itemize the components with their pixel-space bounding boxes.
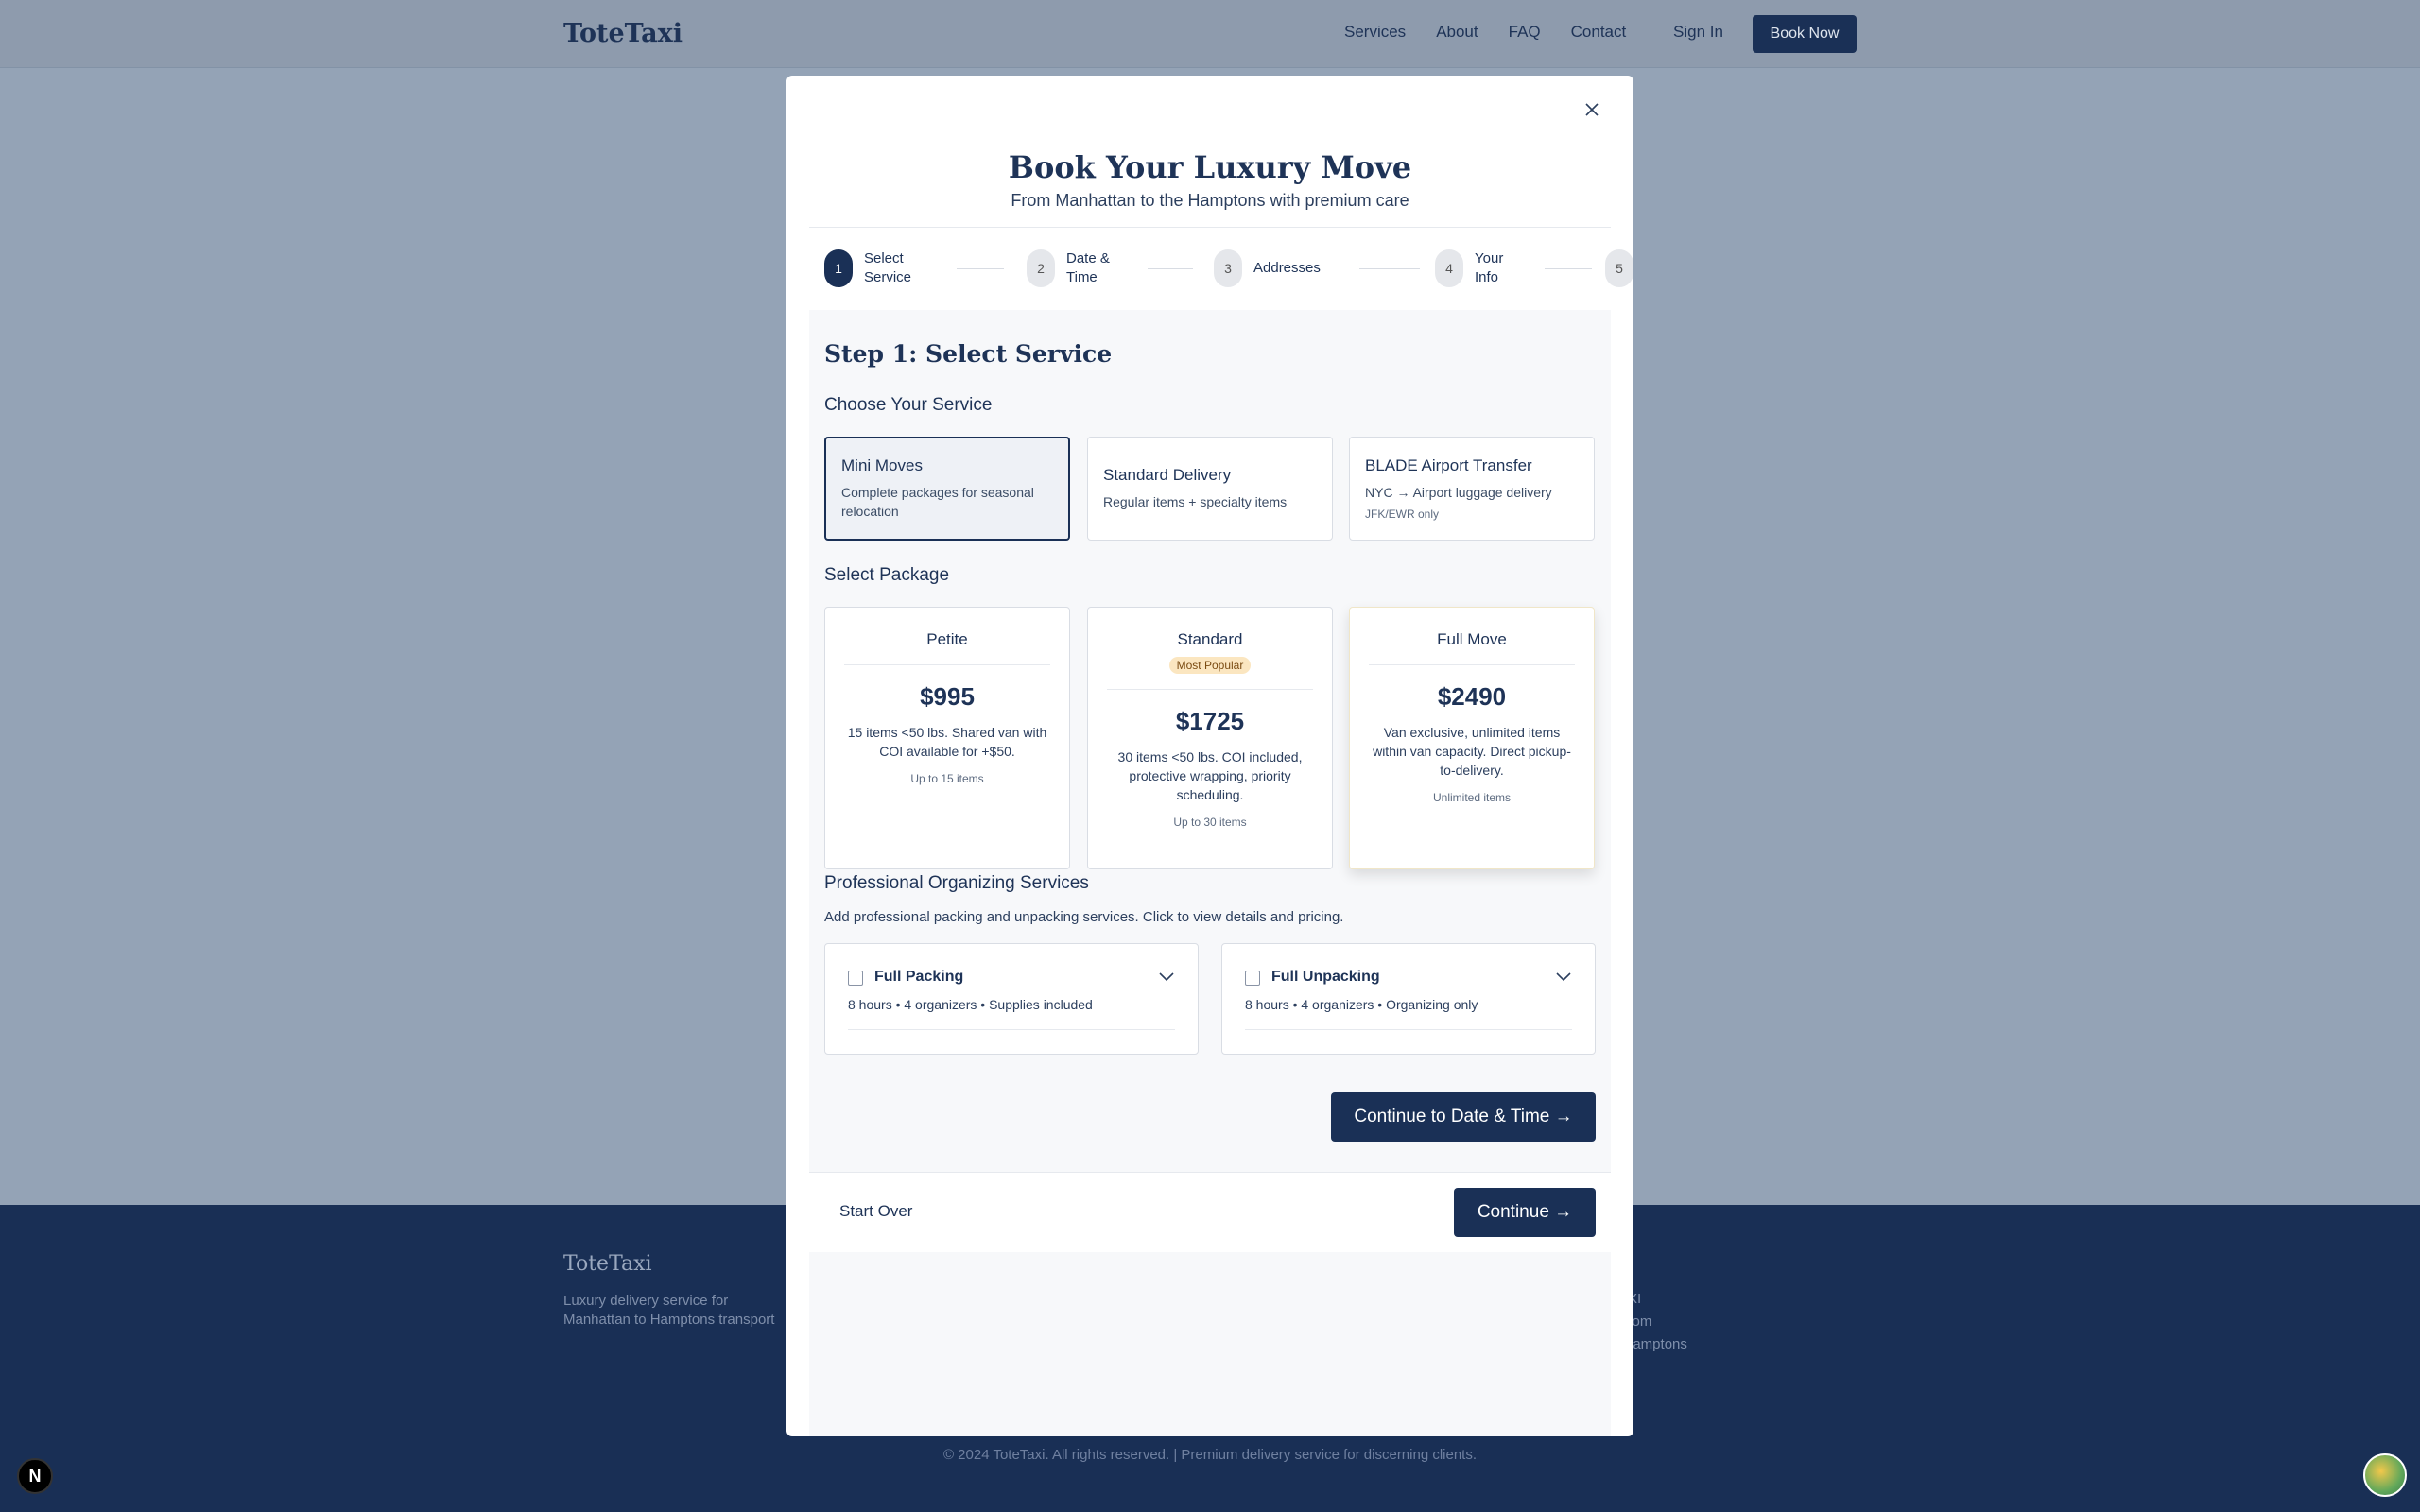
book-now-button[interactable]: Book Now	[1753, 15, 1857, 53]
step-5[interactable]: 5	[1605, 249, 1634, 287]
step-label: Your Info	[1475, 250, 1504, 285]
start-over-button[interactable]: Start Over	[839, 1202, 912, 1221]
package-card-standard[interactable]: Standard Most Popular $1725 30 items <50…	[1087, 607, 1333, 869]
chevron-down-icon[interactable]	[1555, 971, 1572, 982]
organizing-heading: Professional Organizing Services	[824, 873, 1089, 893]
divider	[848, 1029, 1175, 1030]
modal-title: Book Your Luxury Move	[1008, 149, 1412, 185]
service-heading: Choose Your Service	[824, 395, 993, 415]
step-2[interactable]: 2 Date & Time	[1027, 249, 1119, 287]
step-label: Select Service	[864, 250, 912, 285]
step-label: Addresses	[1253, 260, 1321, 276]
package-limit: Up to 15 items	[910, 772, 984, 785]
step-number: 1	[824, 249, 853, 287]
package-desc: 30 items <50 lbs. COI included, protecti…	[1117, 749, 1303, 802]
site-logo[interactable]: ToteTaxi	[563, 19, 683, 48]
step-connector	[1148, 268, 1193, 269]
organizing-card-full-packing[interactable]: Full Packing 8 hours • 4 organizers • Su…	[824, 943, 1199, 1055]
step-1[interactable]: 1 Select Service	[824, 249, 917, 287]
most-popular-badge: Most Popular	[1168, 657, 1252, 674]
package-name: Petite	[926, 630, 968, 648]
service-title: Mini Moves	[841, 456, 923, 474]
nav-contact[interactable]: Contact	[1571, 23, 1627, 42]
package-name: Full Move	[1437, 630, 1507, 648]
nav-faq[interactable]: FAQ	[1509, 23, 1541, 42]
package-price: $995	[920, 682, 975, 711]
divider	[1369, 664, 1575, 665]
continue-to-date-time-button[interactable]: Continue to Date & Time →	[1331, 1092, 1596, 1142]
step-number: 3	[1214, 249, 1242, 287]
package-name: Standard	[1177, 630, 1243, 648]
organizing-desc: 8 hours • 4 organizers • Organizing only	[1245, 997, 1478, 1012]
package-desc: Van exclusive, unlimited items within va…	[1373, 725, 1571, 778]
user-avatar[interactable]	[2363, 1453, 2407, 1497]
step-label: Date & Time	[1066, 250, 1110, 285]
step-number: 4	[1435, 249, 1463, 287]
full-packing-checkbox[interactable]	[848, 971, 863, 986]
divider	[809, 227, 1611, 228]
footer-copyright: © 2024 ToteTaxi. All rights reserved. | …	[942, 1447, 1478, 1463]
next-dev-badge-icon[interactable]: N	[17, 1458, 53, 1494]
footer-tagline: Luxury delivery service for Manhattan to…	[563, 1293, 775, 1328]
footer-logo: ToteTaxi	[563, 1252, 652, 1276]
step-connector	[1545, 268, 1592, 269]
modal-subtitle: From Manhattan to the Hamptons with prem…	[1011, 191, 1409, 210]
step-heading: Step 1: Select Service	[824, 340, 1113, 368]
step-4[interactable]: 4 Your Info	[1435, 249, 1528, 287]
package-heading: Select Package	[824, 565, 950, 585]
service-desc: Complete packages for seasonal relocatio…	[841, 485, 1034, 519]
package-price: $1725	[1175, 707, 1245, 735]
modal-empty-area	[809, 1252, 1611, 1436]
organizing-desc: 8 hours • 4 organizers • Supplies includ…	[848, 997, 1093, 1012]
divider	[1107, 689, 1313, 690]
step-connector	[957, 268, 1004, 269]
organizing-subtitle: Add professional packing and unpacking s…	[824, 909, 1344, 925]
package-desc: 15 items <50 lbs. Shared van with COI av…	[847, 725, 1047, 759]
chevron-down-icon[interactable]	[1158, 971, 1175, 982]
organizing-title: Full Packing	[874, 969, 964, 985]
package-card-full-move[interactable]: Full Move $2490 Van exclusive, unlimited…	[1349, 607, 1595, 869]
full-unpacking-checkbox[interactable]	[1245, 971, 1260, 986]
package-price: $2490	[1437, 682, 1507, 711]
divider	[844, 664, 1050, 665]
close-icon	[1585, 103, 1599, 116]
package-limit: Unlimited items	[1432, 791, 1512, 804]
step-number: 5	[1605, 249, 1634, 287]
service-card-standard-delivery[interactable]: Standard Delivery Regular items + specia…	[1087, 437, 1333, 541]
package-limit: Up to 30 items	[1173, 816, 1247, 829]
sign-in-link[interactable]: Sign In	[1673, 23, 1723, 42]
service-title: BLADE Airport Transfer	[1365, 456, 1532, 474]
organizing-card-full-unpacking[interactable]: Full Unpacking 8 hours • 4 organizers • …	[1221, 943, 1596, 1055]
service-card-blade-airport[interactable]: BLADE Airport Transfer NYC → Airport lug…	[1349, 437, 1595, 541]
step-connector	[1359, 268, 1420, 269]
service-desc: Regular items + specialty items	[1103, 494, 1288, 509]
package-card-petite[interactable]: Petite $995 15 items <50 lbs. Shared van…	[824, 607, 1070, 869]
divider	[1245, 1029, 1572, 1030]
top-navigation: ToteTaxi Services About FAQ Contact Sign…	[0, 0, 2420, 68]
service-card-mini-moves[interactable]: Mini Moves Complete packages for seasona…	[824, 437, 1070, 541]
nav-links: Services About FAQ Contact	[1344, 23, 1626, 42]
step-number: 2	[1027, 249, 1055, 287]
close-button[interactable]	[1579, 96, 1605, 123]
booking-modal: Book Your Luxury Move From Manhattan to …	[786, 76, 1634, 1436]
continue-button[interactable]: Continue →	[1454, 1188, 1596, 1237]
step-indicator: 1 Select Service 2 Date & Time 3 Address…	[824, 249, 1634, 306]
nav-services[interactable]: Services	[1344, 23, 1406, 42]
service-title: Standard Delivery	[1103, 466, 1232, 484]
service-desc: NYC → Airport luggage delivery	[1365, 485, 1552, 500]
organizing-title: Full Unpacking	[1271, 969, 1380, 985]
step-3[interactable]: 3 Addresses	[1214, 249, 1339, 287]
nav-about[interactable]: About	[1436, 23, 1478, 42]
service-note: JFK/EWR only	[1365, 507, 1440, 521]
